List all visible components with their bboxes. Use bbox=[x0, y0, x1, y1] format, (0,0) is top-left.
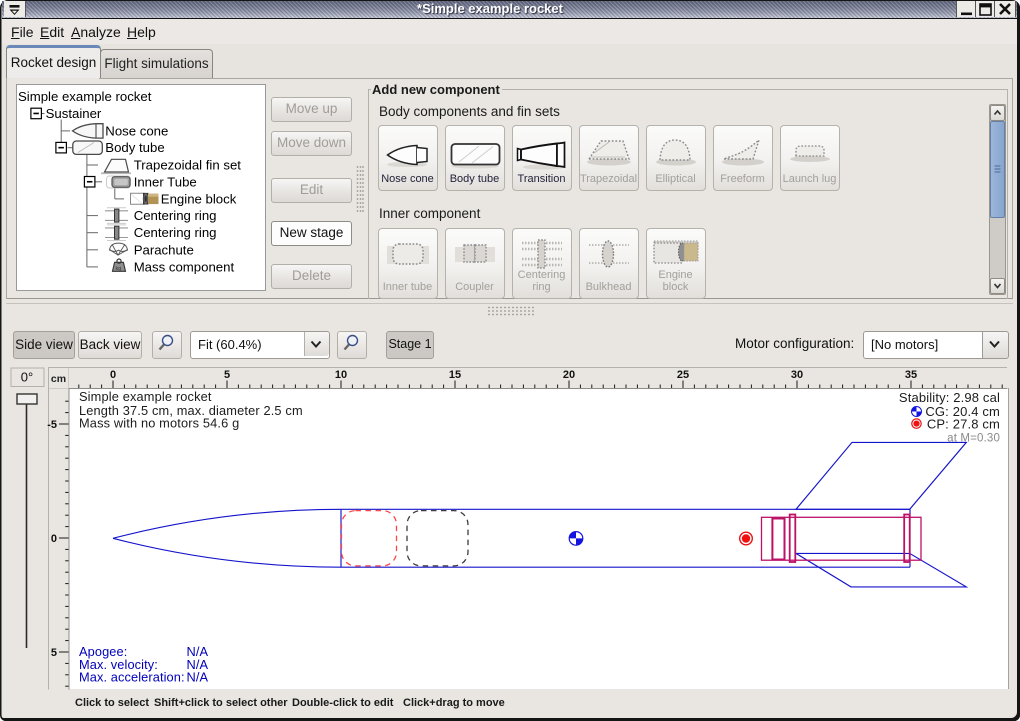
svg-text:Parachute: Parachute bbox=[134, 242, 194, 257]
svg-text:Inner Tube: Inner Tube bbox=[134, 174, 197, 189]
svg-text:Trapezoidal fin set: Trapezoidal fin set bbox=[134, 158, 242, 173]
svg-text:kg: kg bbox=[116, 266, 122, 272]
svg-text:Engine block: Engine block bbox=[161, 191, 237, 206]
svg-text:Centering ring: Centering ring bbox=[134, 225, 217, 240]
svg-text:Simple example rocket: Simple example rocket bbox=[18, 89, 152, 104]
svg-text:Centering ring: Centering ring bbox=[134, 208, 217, 223]
svg-text:Nose cone: Nose cone bbox=[105, 123, 168, 138]
svg-text:Mass component: Mass component bbox=[134, 259, 235, 274]
svg-text:Body tube: Body tube bbox=[105, 140, 164, 155]
svg-text:Sustainer: Sustainer bbox=[46, 106, 102, 121]
